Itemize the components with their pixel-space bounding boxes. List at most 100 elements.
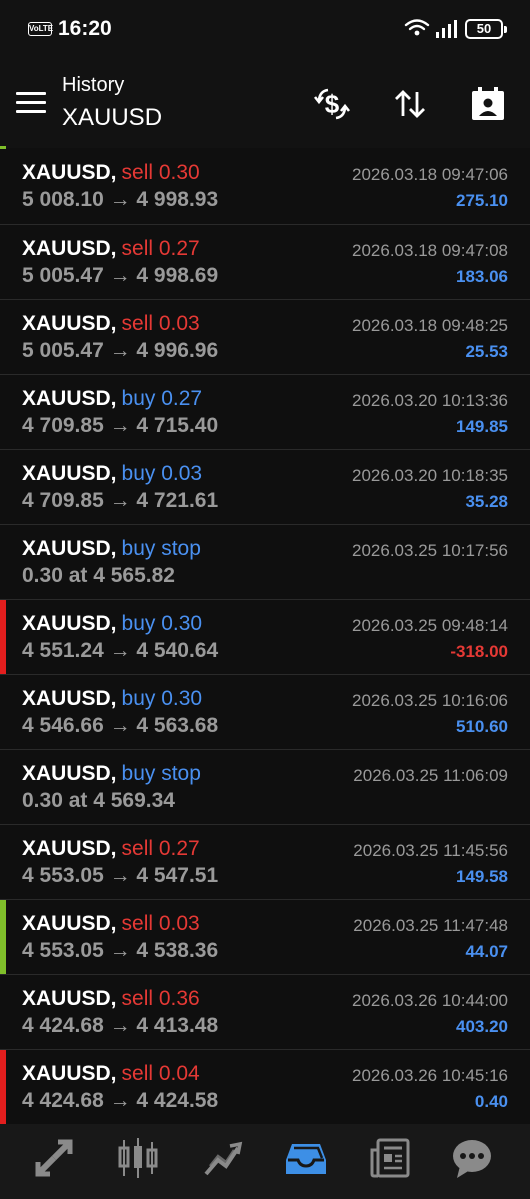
trade-row[interactable]: XAUUSD, buy 0.27 4 709.85 → 4 715.40 2026.0… [0, 374, 530, 449]
wifi-icon [404, 19, 430, 36]
sort-button[interactable] [388, 82, 432, 126]
symbol-filter[interactable]: XAUUSD [62, 104, 162, 132]
trade-symbol: XAUUSD, sell 0.04 [22, 1062, 200, 1086]
trade-side: buy 0.27 [121, 387, 203, 410]
news-icon [370, 1138, 410, 1178]
trade-side: buy 0.30 [121, 687, 203, 710]
trade-time: 2026.03.18 09:48:25 [352, 316, 508, 335]
trade-profit: 149.58 [456, 867, 508, 886]
nav-history[interactable] [276, 1134, 336, 1184]
trade-time: 2026.03.20 10:18:35 [352, 466, 508, 485]
trade-time: 2026.03.25 10:17:56 [352, 541, 508, 560]
trade-row[interactable]: XAUUSD, sell 0.04 4 424.68 → 4 424.58 2026.… [0, 1049, 530, 1124]
trade-row[interactable]: XAUUSD, buy stop 0.30 at 4 569.34 2026.03.2… [0, 749, 530, 824]
trade-row[interactable]: XAUUSD, sell 0.03 5 005.47 → 4 996.96 2026.… [0, 299, 530, 374]
trade-row[interactable]: XAUUSD, buy stop 0.30 at 4 565.82 2026.03.2… [0, 524, 530, 599]
trade-symbol: XAUUSD, buy 0.27 [22, 387, 202, 411]
trade-prices: 4 424.68 → 4 413.48 [22, 1014, 219, 1037]
trade-profit: 44.07 [465, 942, 508, 961]
trade-row[interactable]: XAUUSD, sell 0.30 5 008.10 → 4 998.93 2026.… [0, 149, 530, 224]
trade-profit: 0.40 [474, 1092, 508, 1111]
trade-symbol: XAUUSD, buy 0.03 [22, 462, 202, 486]
trade-side: sell 0.36 [121, 987, 200, 1010]
trade-side: buy stop [121, 762, 201, 785]
trade-symbol-label: XAUUSD, [22, 312, 117, 335]
trade-symbol: XAUUSD, sell 0.30 [22, 161, 200, 185]
app-bar: History XAUUSD $ [0, 60, 530, 148]
trade-time: 2026.03.25 09:48:14 [352, 616, 508, 635]
page-title: History [62, 74, 125, 96]
trade-row[interactable]: XAUUSD, buy 0.30 4 546.66 → 4 563.68 2026.0… [0, 674, 530, 749]
trade-symbol: XAUUSD, sell 0.27 [22, 237, 200, 261]
trade-side: buy 0.03 [121, 462, 203, 485]
trade-symbol-label: XAUUSD, [22, 161, 117, 184]
calendar-icon [472, 87, 504, 120]
trade-symbol-label: XAUUSD, [22, 537, 117, 560]
trade-profit: 275.10 [456, 191, 508, 210]
trade-symbol-label: XAUUSD, [22, 912, 117, 935]
trade-symbol: XAUUSD, buy 0.30 [22, 612, 202, 636]
trade-history-list[interactable]: XAUUSD, sell 0.30 5 008.10 → 4 998.93 2026.… [0, 149, 530, 1124]
trade-profit: 25.53 [465, 342, 508, 361]
menu-button[interactable] [16, 92, 46, 114]
trade-prices: 0.30 at 4 569.34 [22, 789, 175, 812]
trade-prices: 4 551.24 → 4 540.64 [22, 639, 219, 662]
trade-row[interactable]: XAUUSD, buy 0.30 4 551.24 → 4 540.64 2026.0… [0, 599, 530, 675]
trade-profit: 510.60 [456, 717, 508, 736]
currency-exchange-button[interactable]: $ [310, 82, 354, 126]
trade-time: 2026.03.26 10:45:16 [352, 1066, 508, 1085]
nav-news[interactable] [360, 1134, 420, 1184]
trade-prices: 0.30 at 4 565.82 [22, 564, 175, 587]
messages-icon [453, 1140, 491, 1178]
svg-text:$: $ [325, 89, 340, 119]
trade-symbol-label: XAUUSD, [22, 462, 117, 485]
trade-time: 2026.03.25 10:16:06 [352, 691, 508, 710]
trade-symbol: XAUUSD, sell 0.03 [22, 312, 200, 336]
calendar-button[interactable] [466, 82, 510, 126]
trade-profit: 35.28 [465, 492, 508, 511]
trade-row[interactable]: XAUUSD, sell 0.03 4 553.05 → 4 538.36 2026.… [0, 899, 530, 975]
trade-profit: -318.00 [450, 642, 508, 661]
nav-chart[interactable] [108, 1134, 168, 1184]
trade-side: buy 0.30 [121, 612, 203, 635]
trade-time: 2026.03.25 11:47:48 [353, 916, 508, 935]
trade-icon [204, 1141, 243, 1176]
row-edge-marker [0, 1050, 6, 1124]
trade-side: sell 0.27 [121, 237, 200, 260]
trade-row[interactable]: XAUUSD, sell 0.27 5 005.47 → 4 998.69 2026.… [0, 224, 530, 299]
trade-prices: 5 005.47 → 4 996.96 [22, 339, 219, 362]
nav-quotes[interactable] [24, 1134, 84, 1184]
trade-profit: 403.20 [456, 1017, 508, 1036]
row-edge-marker [0, 900, 6, 975]
gesture-bar-area [0, 1188, 530, 1199]
trade-prices: 5 008.10 → 4 998.93 [22, 188, 219, 211]
trade-prices: 4 709.85 → 4 721.61 [22, 489, 219, 512]
trade-side: sell 0.30 [121, 161, 200, 184]
battery-indicator: 50 [465, 19, 507, 39]
trade-symbol-label: XAUUSD, [22, 837, 117, 860]
trade-row[interactable]: XAUUSD, sell 0.27 4 553.05 → 4 547.51 2026.… [0, 824, 530, 899]
trade-row[interactable]: XAUUSD, buy 0.03 4 709.85 → 4 721.61 2026.0… [0, 449, 530, 524]
quotes-icon [35, 1139, 73, 1177]
nav-trade[interactable] [192, 1134, 252, 1184]
trade-time: 2026.03.18 09:47:08 [352, 241, 508, 260]
nav-messages[interactable] [442, 1134, 502, 1184]
trade-side: sell 0.04 [121, 1062, 200, 1085]
trade-side: sell 0.27 [121, 837, 200, 860]
trade-symbol-label: XAUUSD, [22, 237, 117, 260]
currency-exchange-icon: $ [313, 88, 351, 120]
trade-side: sell 0.03 [121, 912, 200, 935]
trade-row[interactable]: XAUUSD, sell 0.36 4 424.68 → 4 413.48 2026.… [0, 974, 530, 1049]
trade-time: 2026.03.25 11:06:09 [353, 766, 508, 785]
trade-symbol-label: XAUUSD, [22, 987, 117, 1010]
trade-prices: 4 424.68 → 4 424.58 [22, 1089, 219, 1112]
trade-prices: 4 553.05 → 4 547.51 [22, 864, 219, 887]
trade-profit: 183.06 [456, 267, 508, 286]
trade-symbol: XAUUSD, buy 0.30 [22, 687, 202, 711]
trade-symbol: XAUUSD, buy stop [22, 537, 201, 561]
trade-symbol: XAUUSD, sell 0.27 [22, 837, 200, 861]
trade-time: 2026.03.18 09:47:06 [352, 165, 508, 184]
trade-symbol-label: XAUUSD, [22, 612, 117, 635]
chart-icon [118, 1138, 158, 1178]
trade-symbol-label: XAUUSD, [22, 762, 117, 785]
